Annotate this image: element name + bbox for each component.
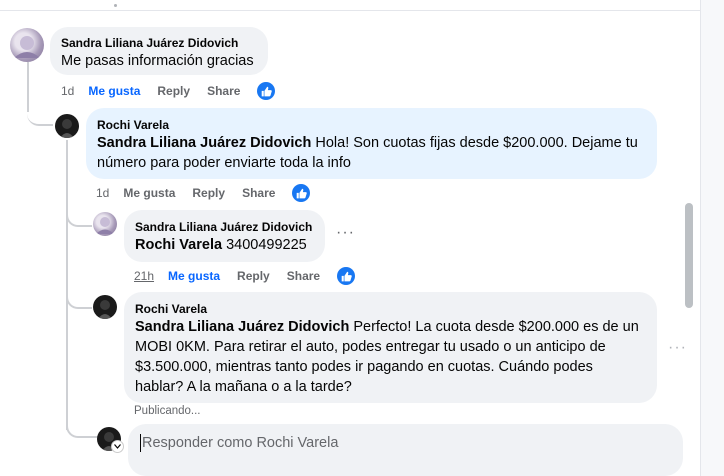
- chevron-down-icon[interactable]: [111, 440, 124, 453]
- avatar-image: [14, 36, 40, 58]
- thread-curve: [66, 412, 98, 438]
- avatar[interactable]: [93, 212, 117, 236]
- comment-text: Me pasas información gracias: [61, 53, 254, 69]
- comment-text: Rochi Varela 3400499225: [135, 235, 314, 255]
- comment-bubble: Sandra Liliana Juárez Didovich Rochi Var…: [124, 210, 325, 262]
- comment-actions: 1d Me gusta Reply Share: [61, 82, 276, 100]
- page-edge: [700, 0, 724, 476]
- thread-curve: [66, 205, 92, 227]
- avatar[interactable]: [10, 28, 44, 62]
- like-button[interactable]: Me gusta: [168, 269, 220, 283]
- comment-time[interactable]: 1d: [61, 84, 74, 98]
- comment-time[interactable]: 1d: [96, 186, 109, 200]
- publishing-status: Publicando...: [134, 405, 201, 417]
- reply-button[interactable]: Reply: [192, 186, 225, 200]
- like-badge-icon[interactable]: [292, 184, 311, 202]
- top-divider: [0, 10, 700, 11]
- like-button[interactable]: Me gusta: [88, 84, 140, 98]
- more-options-icon[interactable]: ···: [336, 224, 355, 242]
- comment-text-line: Perfecto! La cuota desde $200.000 es de …: [349, 319, 639, 335]
- comment-text: Sandra Liliana Juárez Didovich Hola! Son…: [97, 133, 646, 173]
- share-button[interactable]: Share: [207, 84, 240, 98]
- thread-curve: [27, 100, 53, 126]
- reply-input[interactable]: Responder como Rochi Varela: [128, 424, 683, 476]
- avatar[interactable]: [93, 295, 117, 319]
- comment-author[interactable]: Rochi Varela: [135, 301, 646, 317]
- comment-time[interactable]: 21h: [134, 269, 154, 283]
- comment-text-line: 3400499225: [222, 237, 307, 253]
- comment-text-line: número para poder enviarte toda la info: [97, 155, 351, 171]
- comment-bubble: Sandra Liliana Juárez Didovich Me pasas …: [50, 27, 268, 75]
- comment-text-line: MOBI 0KM. Para retirar el auto, podes en…: [135, 339, 606, 355]
- avatar-image: [60, 119, 74, 138]
- avatar[interactable]: [55, 114, 79, 138]
- mention-link[interactable]: Sandra Liliana Juárez Didovich: [97, 135, 311, 151]
- comment-author[interactable]: Sandra Liliana Juárez Didovich: [135, 219, 314, 235]
- mention-link[interactable]: Rochi Varela: [135, 237, 222, 253]
- thread-curve: [66, 285, 92, 309]
- comment-actions: 21h Me gusta Reply Share: [134, 267, 356, 285]
- like-badge-icon[interactable]: [337, 267, 356, 285]
- share-button[interactable]: Share: [287, 269, 320, 283]
- comment-author[interactable]: Sandra Liliana Juárez Didovich: [61, 35, 257, 51]
- comment-text: Sandra Liliana Juárez Didovich Perfecto!…: [135, 317, 646, 397]
- avatar-image: [98, 300, 112, 319]
- text-caret: [140, 434, 141, 452]
- comment-actions: 1d Me gusta Reply Share: [96, 184, 311, 202]
- scrollbar-thumb[interactable]: [685, 203, 693, 308]
- divider-dot: [114, 4, 117, 7]
- reply-button[interactable]: Reply: [237, 269, 270, 283]
- comment-text-line: hablar? A la mañana o a la tarde?: [135, 379, 352, 395]
- like-badge-icon[interactable]: [257, 82, 276, 100]
- comment-bubble: Rochi Varela Sandra Liliana Juárez Didov…: [124, 292, 657, 403]
- reply-button[interactable]: Reply: [157, 84, 190, 98]
- more-options-icon[interactable]: ···: [668, 339, 687, 357]
- mention-link[interactable]: Sandra Liliana Juárez Didovich: [135, 319, 349, 335]
- comment-text-line: Hola! Son cuotas fijas desde $200.000. D…: [311, 135, 638, 151]
- comment-text-line: $3.500.000, mientras tanto podes ir paga…: [135, 359, 593, 375]
- like-button[interactable]: Me gusta: [123, 186, 175, 200]
- comment-author[interactable]: Rochi Varela: [97, 117, 646, 133]
- comment-bubble: Rochi Varela Sandra Liliana Juárez Didov…: [86, 108, 657, 179]
- share-button[interactable]: Share: [242, 186, 275, 200]
- reply-input-placeholder: Responder como Rochi Varela: [142, 434, 339, 451]
- avatar-image: [96, 217, 114, 234]
